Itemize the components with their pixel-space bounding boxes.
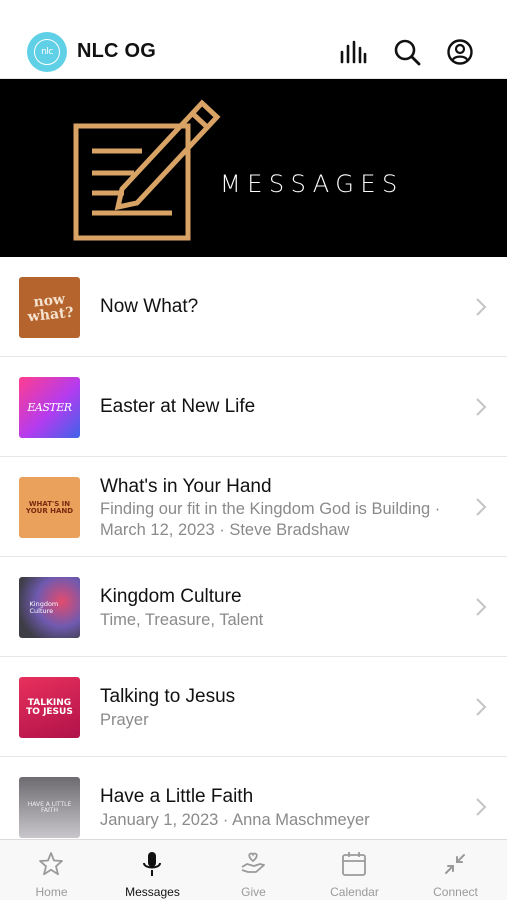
give-hand-heart-icon bbox=[241, 852, 265, 873]
thumbnail-text: EASTER bbox=[27, 401, 72, 414]
message-row-easter[interactable]: EASTER Easter at New Life bbox=[0, 357, 507, 457]
message-row-kingdom-culture[interactable]: Kingdom Culture Kingdom Culture Time, Tr… bbox=[0, 557, 507, 657]
series-thumbnail: EASTER bbox=[19, 377, 80, 438]
logo-text: nlc bbox=[41, 47, 53, 57]
tab-label: Messages bbox=[125, 885, 180, 899]
chevron-right-icon bbox=[476, 698, 487, 716]
tab-label: Connect bbox=[433, 885, 478, 899]
stats-icon[interactable] bbox=[338, 38, 368, 68]
chevron-right-icon bbox=[476, 598, 487, 616]
collapse-arrows-icon bbox=[445, 854, 465, 874]
logo-ring: nlc bbox=[34, 39, 60, 65]
tab-label: Home bbox=[35, 885, 68, 899]
message-row-talking-to-jesus[interactable]: TALKING TO JESUS Talking to Jesus Prayer bbox=[0, 657, 507, 757]
message-subtitle: Time, Treasure, Talent bbox=[100, 611, 264, 629]
thumbnail-text: Kingdom Culture bbox=[29, 600, 59, 615]
app-header: nlc NLC OG bbox=[0, 0, 507, 79]
message-row-whats-in-your-hand[interactable]: WHAT'S IN YOUR HAND What's in Your Hand … bbox=[0, 457, 507, 557]
tab-connect[interactable]: Connect bbox=[405, 840, 506, 901]
chevron-right-icon bbox=[476, 398, 487, 416]
notepad-pencil-icon bbox=[73, 99, 221, 241]
calendar-icon bbox=[342, 852, 366, 876]
chevron-right-icon bbox=[476, 798, 487, 816]
message-subtitle: January 1, 2023 · Anna Maschmeyer bbox=[100, 811, 370, 829]
message-subtitle: Finding our fit in the Kingdom God is Bu… bbox=[100, 500, 441, 539]
thumbnail-text: WHAT'S IN YOUR HAND bbox=[25, 499, 74, 515]
church-logo[interactable]: nlc bbox=[27, 32, 67, 72]
chevron-right-icon bbox=[476, 498, 487, 516]
tab-give[interactable]: Give bbox=[203, 840, 304, 901]
message-title: What's in Your Hand bbox=[100, 476, 272, 497]
message-title: Kingdom Culture bbox=[100, 586, 242, 607]
star-icon bbox=[39, 852, 63, 876]
tab-messages[interactable]: Messages bbox=[102, 840, 203, 901]
message-row-now-what[interactable]: now what? Now What? bbox=[0, 257, 507, 357]
bottom-tab-bar: Home Messages Give Calendar Connect bbox=[0, 839, 507, 900]
tab-label: Give bbox=[241, 885, 266, 899]
message-title: Now What? bbox=[100, 296, 199, 317]
message-title: Easter at New Life bbox=[100, 396, 256, 417]
series-thumbnail: Kingdom Culture bbox=[19, 577, 80, 638]
thumbnail-text: now what? bbox=[26, 290, 74, 325]
messages-banner: MESSAGES bbox=[0, 79, 507, 257]
profile-icon[interactable] bbox=[446, 38, 476, 68]
series-thumbnail: WHAT'S IN YOUR HAND bbox=[19, 477, 80, 538]
thumbnail-text: TALKING TO JESUS bbox=[26, 697, 73, 717]
tab-calendar[interactable]: Calendar bbox=[304, 840, 405, 901]
series-thumbnail: TALKING TO JESUS bbox=[19, 677, 80, 738]
message-title: Have a Little Faith bbox=[100, 786, 254, 807]
tab-home[interactable]: Home bbox=[1, 840, 102, 901]
message-subtitle: Prayer bbox=[100, 711, 149, 729]
banner-title: MESSAGES bbox=[220, 170, 404, 198]
thumbnail-text: HAVE A LITTLE FAITH bbox=[27, 800, 72, 814]
series-thumbnail: now what? bbox=[19, 277, 80, 338]
chevron-right-icon bbox=[476, 298, 487, 316]
series-thumbnail: HAVE A LITTLE FAITH bbox=[19, 777, 80, 838]
message-list: now what? Now What? EASTER Easter at New… bbox=[0, 257, 507, 857]
message-title: Talking to Jesus bbox=[100, 686, 236, 707]
microphone-icon bbox=[143, 852, 161, 876]
tab-label: Calendar bbox=[330, 885, 379, 899]
app-title: NLC OG bbox=[77, 40, 156, 62]
search-icon[interactable] bbox=[392, 38, 422, 68]
